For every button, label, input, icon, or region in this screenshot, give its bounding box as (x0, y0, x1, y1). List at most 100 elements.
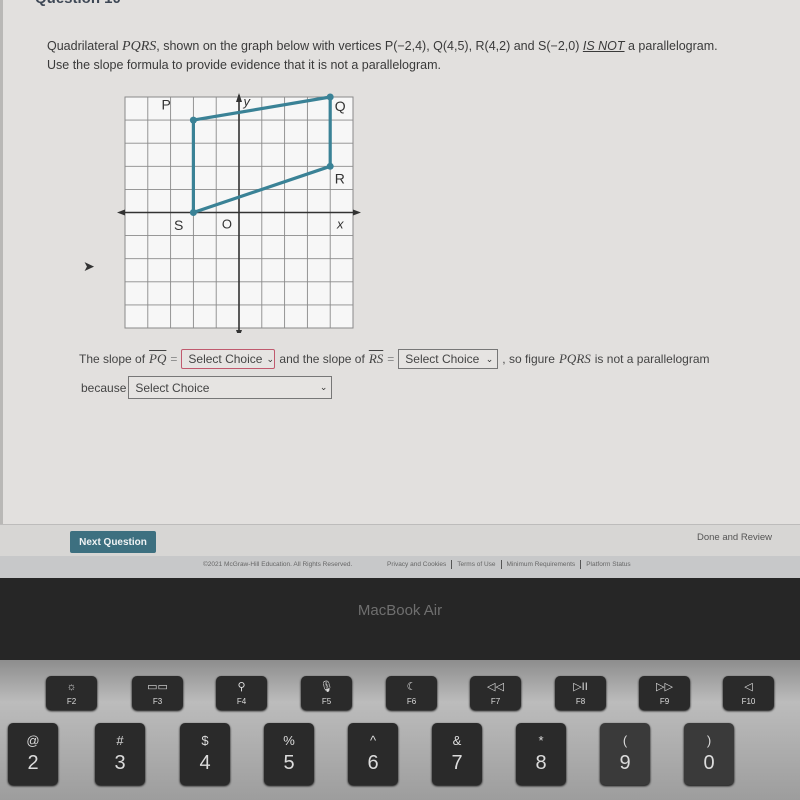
key-symbol: & (452, 733, 462, 748)
key-number: 7 (451, 752, 463, 774)
key-8[interactable]: * 8 (516, 723, 566, 785)
prompt-text: Quadrilateral (47, 39, 123, 53)
key-label: F10 (741, 697, 756, 706)
y-axis-arrow-down (236, 330, 242, 333)
mouse-cursor-icon: ➤ (83, 258, 95, 274)
segment-rs: RS (368, 351, 384, 366)
x-axis-arrow-right (353, 209, 361, 216)
key-number: 5 (283, 752, 295, 774)
answer-text-3: , so figure (502, 352, 555, 366)
copyright-text: ©2021 McGraw-Hill Education. All Rights … (203, 561, 353, 568)
equals-sign-2: = (387, 352, 395, 366)
key-f4[interactable]: ⚲ F4 (216, 676, 267, 710)
laptop-bezel (0, 578, 800, 660)
page-footer: ©2021 McGraw-Hill Education. All Rights … (0, 556, 800, 578)
answer-text-2: and the slope of (279, 352, 365, 366)
function-key-icon: ▷II (573, 681, 588, 693)
function-key-icon: ◁ (744, 681, 753, 693)
vertex-label-s: S (174, 217, 183, 233)
key-symbol: # (116, 733, 124, 748)
key-symbol: $ (201, 733, 209, 748)
key-number: 6 (367, 752, 379, 774)
key-symbol: % (283, 733, 295, 748)
answer-text-4: is not a parallelogram (594, 352, 710, 366)
question-title: Question 10 (35, 0, 121, 7)
question-prompt: Quadrilateral PQRS, shown on the graph b… (47, 37, 787, 74)
key-f2[interactable]: ☼ F2 (46, 676, 97, 710)
key-label: F5 (321, 697, 332, 706)
key-f5[interactable]: 🎙 F5 (301, 676, 352, 710)
key-f7[interactable]: ◁◁ F7 (470, 676, 521, 710)
done-and-review-link[interactable]: Done and Review (697, 532, 772, 543)
key-symbol: ( (622, 733, 628, 748)
function-key-icon: ◁◁ (487, 681, 504, 693)
prompt-vertices: , shown on the graph below with vertices… (156, 39, 583, 53)
answer-sentence: The slope of PQ = Select Choice ⌄ and the… (79, 349, 710, 369)
key-label: F4 (236, 697, 247, 706)
origin-label: O (222, 217, 232, 232)
key-7[interactable]: & 7 (432, 723, 482, 785)
function-key-icon: ▭▭ (147, 681, 168, 693)
key-label: F6 (406, 697, 417, 706)
prompt-emphasis: IS NOT (582, 39, 625, 53)
figure-name-2: PQRS (558, 351, 591, 366)
key-f3[interactable]: ▭▭ F3 (132, 676, 183, 710)
key-5[interactable]: % 5 (264, 723, 314, 785)
answer-text-1: The slope of (79, 352, 146, 366)
answer-reason: because Select Choice ⌄ (81, 376, 333, 399)
footer-link-requirements[interactable]: Minimum Requirements (507, 561, 576, 568)
key-label: F2 (66, 696, 77, 706)
key-label: F7 (490, 697, 501, 706)
function-key-icon: 🎙 (319, 681, 334, 693)
key-f9[interactable]: ▷▷ F9 (639, 676, 690, 710)
divider (451, 560, 453, 569)
slope-pq-select-value: Select Choice (188, 352, 263, 366)
key-symbol: ) (706, 733, 712, 748)
prompt-instruction: Use the slope formula to provide evidenc… (47, 58, 441, 72)
key-f8[interactable]: ▷II F8 (555, 676, 606, 710)
vertex-p (189, 116, 197, 124)
footer-link-privacy[interactable]: Privacy and Cookies (387, 561, 446, 568)
slope-pq-select[interactable]: Select Choice ⌄ (181, 349, 276, 369)
prompt-end: a parallelogram. (624, 39, 718, 53)
vertex-label-p: P (161, 97, 170, 113)
reason-select[interactable]: Select Choice ⌄ (128, 376, 333, 399)
because-label: because (81, 380, 127, 395)
footer-link-terms[interactable]: Terms of Use (457, 561, 495, 568)
footer-link-status[interactable]: Platform Status (586, 561, 630, 568)
key-4[interactable]: $4 (180, 723, 230, 785)
function-key-icon: ⚲ (237, 681, 246, 693)
vertex-label-q: Q (335, 98, 346, 114)
vertex-q (326, 93, 334, 101)
key-label: F8 (575, 697, 586, 706)
reason-select-value: Select Choice (135, 380, 210, 395)
equals-sign: = (170, 352, 178, 366)
key-symbol: * (538, 733, 544, 748)
browser-screen: Question 10 Quadrilateral PQRS, shown on… (0, 0, 800, 578)
next-question-button[interactable]: Next Question (70, 531, 156, 553)
key-label: F3 (152, 697, 163, 706)
key-2[interactable]: @2 (8, 723, 58, 785)
vertex-r (326, 162, 334, 170)
key-symbol: @ (26, 733, 40, 748)
chevron-down-icon: ⌄ (485, 353, 494, 364)
key-f6[interactable]: ☾ F6 (386, 676, 437, 710)
key-number: 8 (535, 752, 547, 774)
question-card: Question 10 Quadrilateral PQRS, shown on… (0, 0, 800, 524)
key-number: 3 (114, 752, 126, 774)
function-key-icon: ▷▷ (656, 681, 673, 693)
key-6[interactable]: ^ 6 (348, 723, 398, 785)
vertex-s (189, 209, 197, 216)
function-key-icon: ☼ (66, 680, 77, 693)
slope-rs-select[interactable]: Select Choice ⌄ (398, 349, 499, 369)
segment-pq: PQ (149, 351, 167, 366)
key-number: 9 (619, 752, 631, 774)
slope-rs-select-value: Select Choice (405, 352, 480, 366)
coordinate-graph: xyOP QRS (117, 93, 361, 333)
key-3[interactable]: #3 (95, 723, 145, 785)
key-9[interactable]: (9 (600, 723, 650, 785)
x-axis-label: x (336, 217, 344, 232)
key-f10[interactable]: ◁ F10 (723, 676, 774, 710)
key-0[interactable]: ) 0 (684, 723, 734, 785)
key-number: 4 (199, 752, 211, 774)
